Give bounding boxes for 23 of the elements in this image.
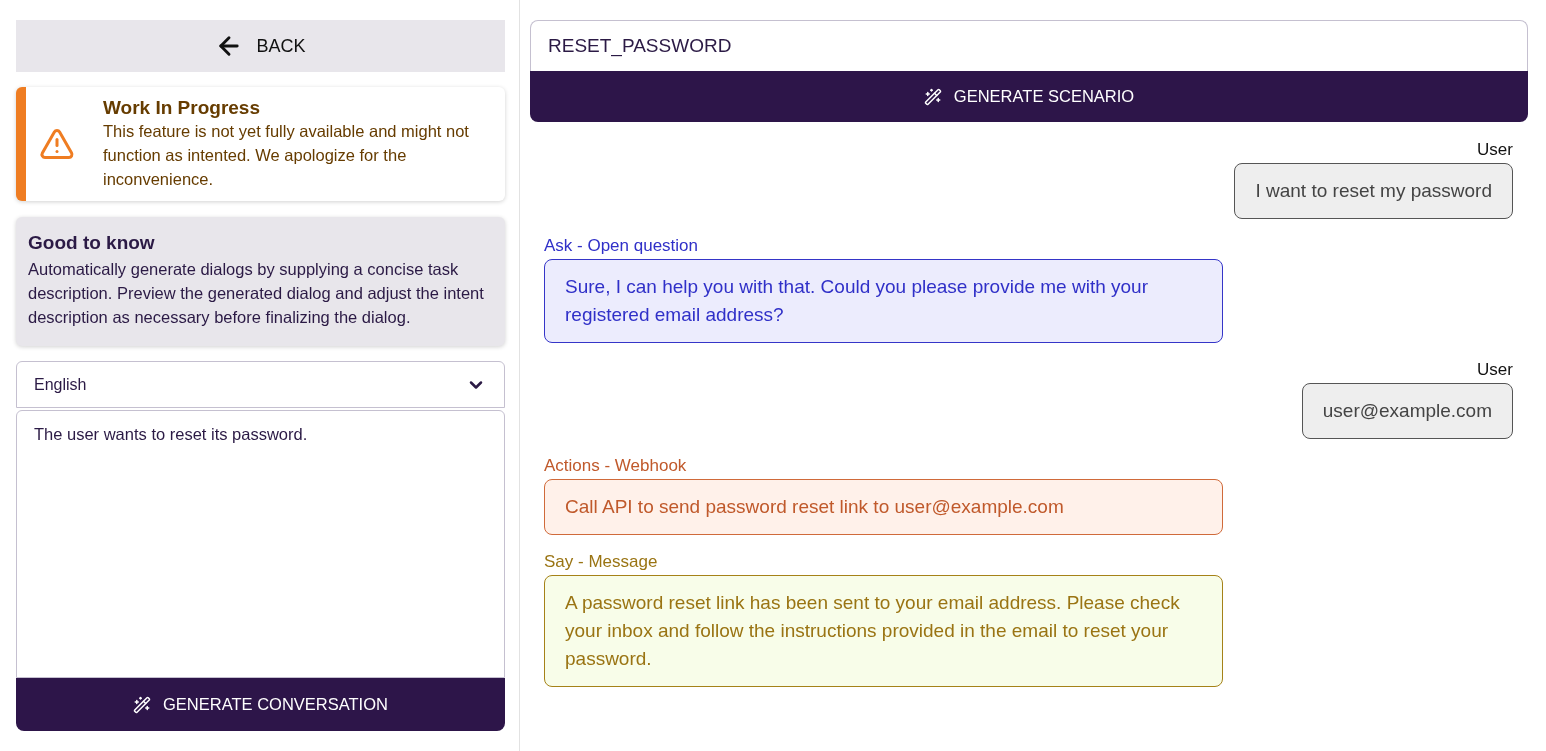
generate-conversation-button[interactable]: GENERATE CONVERSATION <box>16 678 505 731</box>
info-text: Automatically generate dialogs by supplying a concise task description. Preview the generated dialog and adjust the intent description as necessary before finalizing the dialog. <box>28 259 485 328</box>
magic-wand-icon <box>923 87 942 106</box>
warning-text: This feature is not yet fully available and might not function as intented. We apologize for the inconvenience. <box>103 121 470 190</box>
step-type-label: Say - Message <box>544 553 658 571</box>
description-field[interactable]: The user wants to reset its password. <box>16 410 505 678</box>
action-message-bubble: Call API to send password reset link to user@example.com <box>544 479 1223 535</box>
info-title: Good to know <box>28 232 156 254</box>
warning-icon <box>39 126 75 162</box>
warning-title: Work In Progress <box>103 97 261 119</box>
speaker-label: User <box>1477 361 1513 379</box>
user-message-bubble: I want to reset my password <box>1234 163 1513 219</box>
magic-wand-icon <box>133 695 152 714</box>
say-message-bubble: A password reset link has been sent to your email address. Please check your inbox and follow the instructions provided in the email to reset your password. <box>544 575 1223 687</box>
step-type-label: Ask - Open question <box>544 237 699 255</box>
step-type-label: Actions - Webhook <box>544 457 687 475</box>
language-select[interactable]: English <box>16 361 505 408</box>
generate-scenario-button[interactable]: GENERATE SCENARIO <box>530 71 1528 122</box>
back-button[interactable]: BACK <box>16 20 505 72</box>
user-message-bubble: user@example.com <box>1301 383 1513 439</box>
intent-name-field[interactable]: RESET_PASSWORD <box>530 20 1528 71</box>
question-message-bubble: Sure, I can help you with that. Could you please provide me with your registered email address? <box>544 259 1223 343</box>
speaker-label: User <box>1477 141 1513 159</box>
